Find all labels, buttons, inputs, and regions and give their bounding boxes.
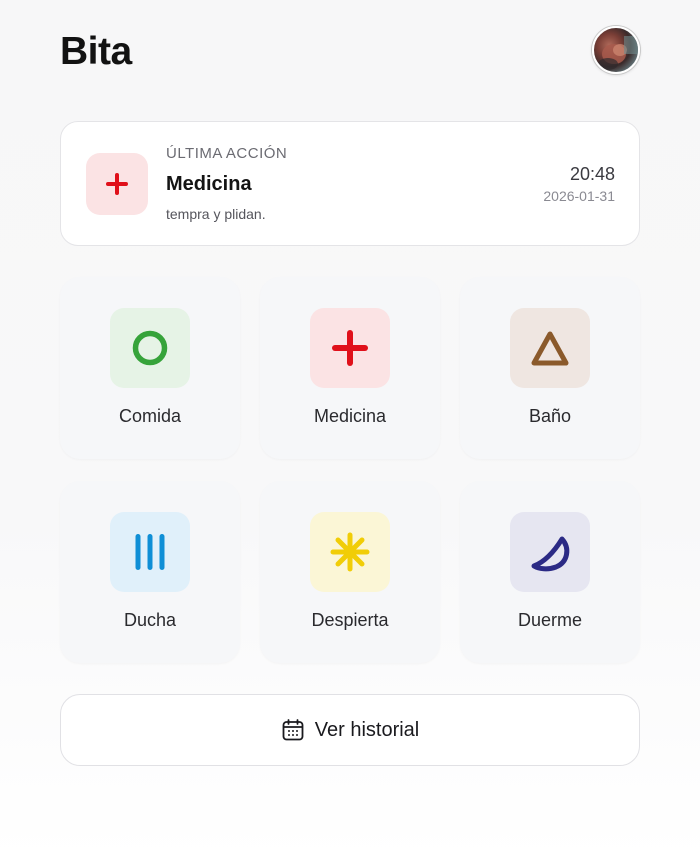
action-label: Comida bbox=[118, 406, 182, 426]
action-icon-box bbox=[110, 512, 190, 592]
last-action-time: 20:48 bbox=[569, 164, 615, 184]
last-action-icon-box bbox=[86, 153, 148, 215]
last-action-card[interactable]: ÚLTIMA ACCIÓN Medicina tempra y plidan. … bbox=[60, 121, 640, 246]
action-tile-duerme[interactable]: Duerme bbox=[460, 481, 640, 663]
action-label: Duerme bbox=[517, 610, 583, 630]
history-button[interactable]: Ver historial bbox=[60, 694, 640, 766]
action-label: Ducha bbox=[123, 610, 177, 630]
action-label: Baño bbox=[528, 406, 572, 426]
asterisk-icon bbox=[330, 532, 370, 572]
app-title: Bita bbox=[60, 30, 132, 73]
action-label: Despierta bbox=[311, 610, 389, 630]
last-action-name: Medicina bbox=[166, 173, 252, 195]
last-action-eyebrow: ÚLTIMA ACCIÓN bbox=[166, 145, 288, 162]
plus-icon bbox=[332, 330, 368, 366]
last-action-date: 2026-01-31 bbox=[543, 188, 615, 204]
circle-icon bbox=[132, 330, 168, 366]
avatar[interactable] bbox=[592, 26, 640, 74]
action-label: Medicina bbox=[313, 406, 387, 426]
action-icon-box bbox=[110, 308, 190, 388]
action-icon-box bbox=[510, 308, 590, 388]
calendar-icon bbox=[282, 719, 304, 741]
plus-icon bbox=[106, 173, 128, 195]
action-icon-box bbox=[510, 512, 590, 592]
avatar-photo bbox=[598, 36, 638, 70]
action-grid: Comida Medicina Baño Ducha Despierta Due… bbox=[60, 277, 640, 663]
header: Bita bbox=[60, 26, 640, 76]
history-button-content: Ver historial bbox=[61, 695, 639, 765]
moon-icon bbox=[531, 536, 570, 572]
action-tile-bano[interactable]: Baño bbox=[460, 277, 640, 459]
action-icon-box bbox=[310, 512, 390, 592]
triangle-icon bbox=[531, 331, 569, 366]
action-tile-comida[interactable]: Comida bbox=[60, 277, 240, 459]
action-tile-despierta[interactable]: Despierta bbox=[260, 481, 440, 663]
last-action-note: tempra y plidan. bbox=[166, 206, 266, 222]
action-tile-medicina[interactable]: Medicina bbox=[260, 277, 440, 459]
history-button-label: Ver historial bbox=[314, 718, 420, 741]
app-root: Bita ÚLTIMA ACCIÓN Medicina tempra y pli… bbox=[0, 0, 700, 860]
action-icon-box bbox=[310, 308, 390, 388]
action-tile-ducha[interactable]: Ducha bbox=[60, 481, 240, 663]
bars-icon bbox=[135, 534, 165, 570]
